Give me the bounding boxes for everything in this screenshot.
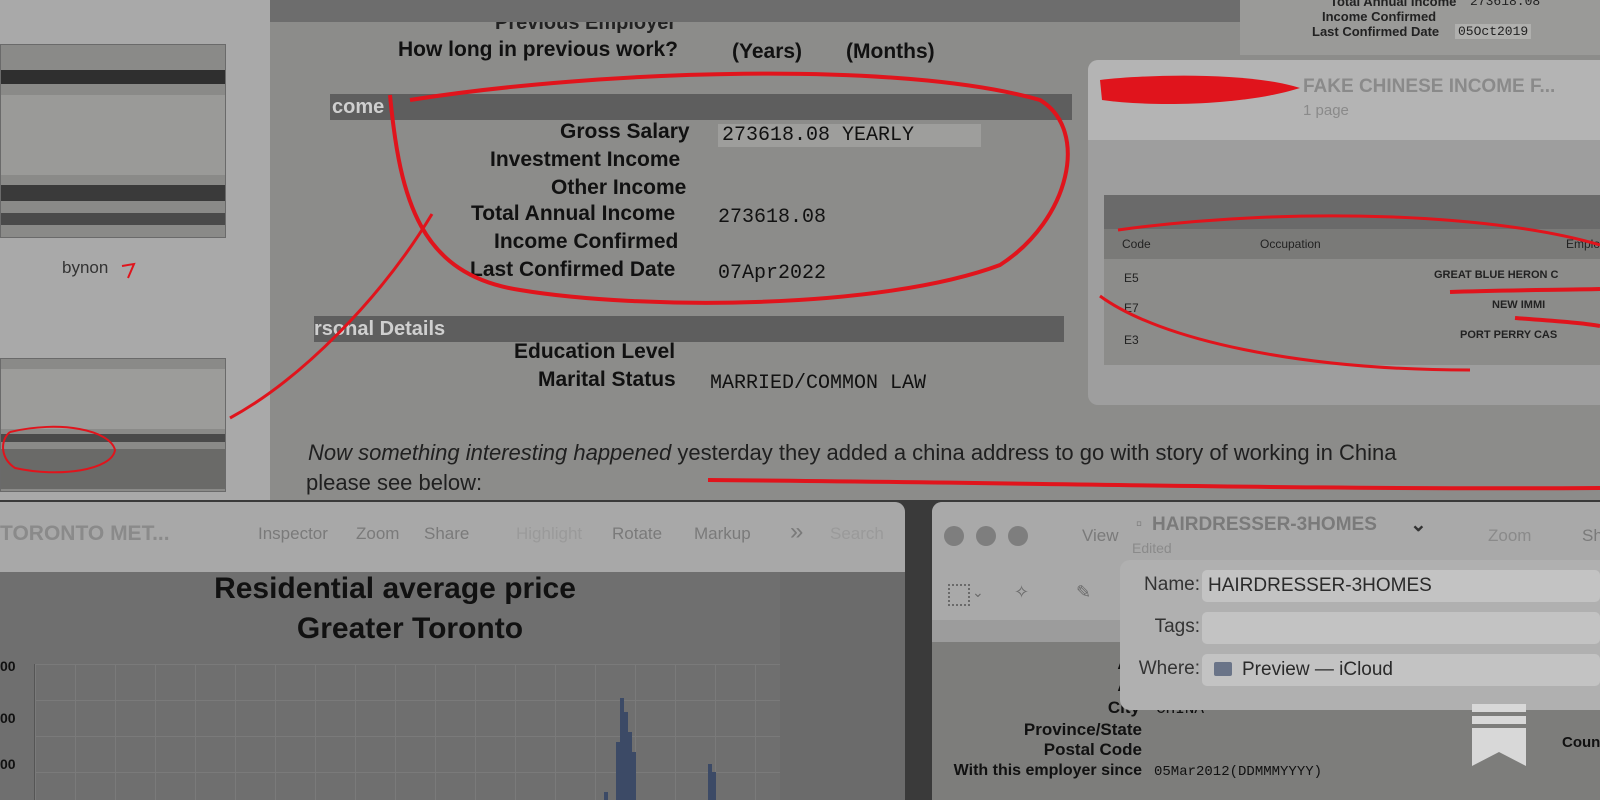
red-annotations — [2, 71, 1600, 491]
income-circle-annotation — [388, 71, 1070, 305]
underline-annotation — [707, 478, 1600, 491]
bookmark-icon — [1472, 704, 1526, 766]
table-circle-annotation — [1117, 214, 1600, 247]
table-circle-annotation — [1099, 294, 1471, 372]
pointer-line-annotation — [229, 213, 434, 420]
thumbnail-circle-annotation — [2, 425, 117, 474]
table-underline-annotation — [1449, 287, 1600, 294]
table-underline-annotation — [1514, 316, 1600, 328]
thumbnail-check-annotation — [121, 262, 136, 279]
redaction-scribble — [1100, 75, 1300, 104]
